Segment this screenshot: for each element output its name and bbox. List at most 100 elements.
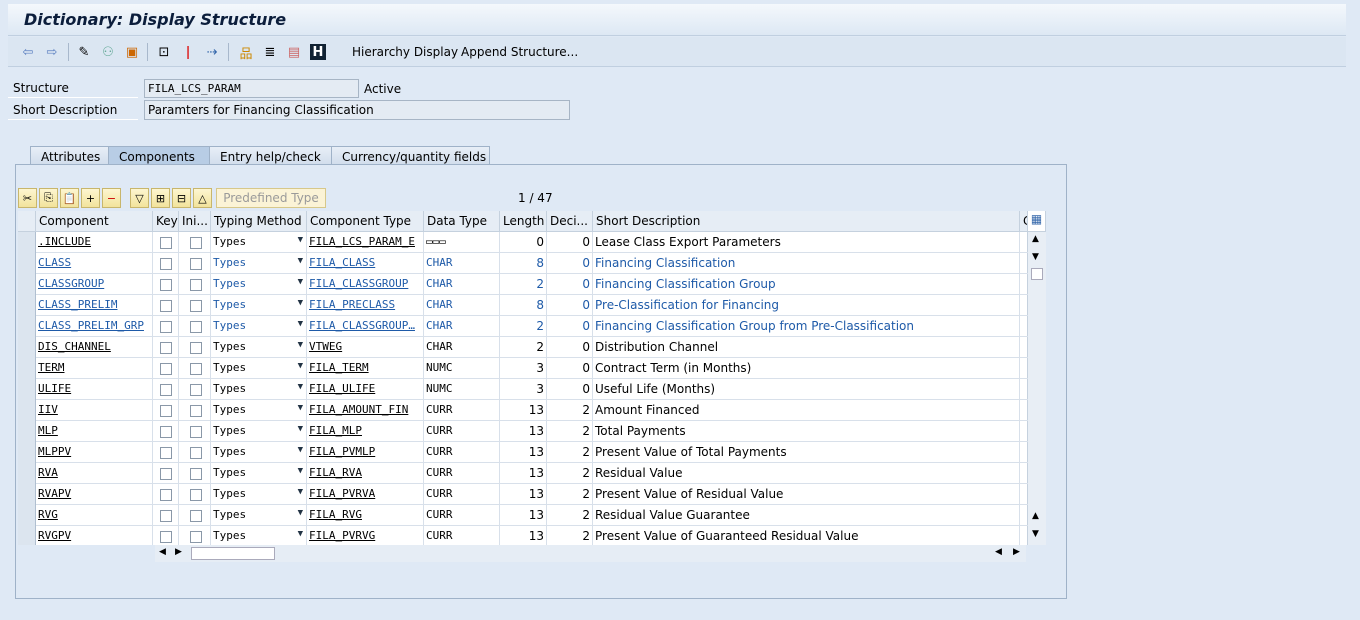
- column-header-typing-method[interactable]: Typing Method: [211, 211, 307, 232]
- forward-arrow-icon[interactable]: ⇨: [44, 44, 60, 60]
- initial-values-checkbox[interactable]: [190, 405, 202, 417]
- component-cell[interactable]: CLASS_PRELIM: [36, 295, 153, 316]
- table-row[interactable]: MLP Types ▼ FILA_MLP CURR 13 2 Total Paym…: [18, 421, 1028, 442]
- key-checkbox[interactable]: [160, 237, 172, 249]
- hierarchy-display-button[interactable]: Hierarchy Display: [352, 45, 458, 59]
- component-cell[interactable]: CLASS_PRELIM_GRP: [36, 316, 153, 337]
- dropdown-arrow-icon[interactable]: ▼: [298, 340, 303, 350]
- component-cell[interactable]: ULIFE: [36, 379, 153, 400]
- dropdown-arrow-icon[interactable]: ▼: [298, 382, 303, 392]
- table-row[interactable]: ULIFE Types ▼ FILA_ULIFE NUMC 3 0 Useful …: [18, 379, 1028, 400]
- typing-method-cell[interactable]: Types ▼: [211, 505, 307, 526]
- column-header-data-type[interactable]: Data Type: [424, 211, 500, 232]
- typing-method-cell[interactable]: Types ▼: [211, 316, 307, 337]
- component-type-cell[interactable]: FILA_PRECLASS: [307, 295, 424, 316]
- dropdown-arrow-icon[interactable]: ▼: [298, 508, 303, 518]
- initial-values-checkbox[interactable]: [190, 489, 202, 501]
- dropdown-arrow-icon[interactable]: ▼: [298, 487, 303, 497]
- table-row[interactable]: RVAPV Types ▼ FILA_PVRVA CURR 13 2 Presen…: [18, 484, 1028, 505]
- table-row[interactable]: RVGPV Types ▼ FILA_PVRVG CURR 13 2 Presen…: [18, 526, 1028, 545]
- scroll-left-icon[interactable]: ◀: [995, 547, 1002, 557]
- short-description-field[interactable]: Paramters for Financing Classification: [144, 100, 570, 120]
- initial-values-checkbox[interactable]: [190, 321, 202, 333]
- component-type-cell[interactable]: VTWEG: [307, 337, 424, 358]
- component-type-cell[interactable]: FILA_PVRVA: [307, 484, 424, 505]
- initial-values-checkbox[interactable]: [190, 363, 202, 375]
- typing-method-cell[interactable]: Types ▼: [211, 379, 307, 400]
- component-cell[interactable]: RVAPV: [36, 484, 153, 505]
- typing-method-cell[interactable]: Types ▼: [211, 442, 307, 463]
- initial-values-checkbox[interactable]: [190, 342, 202, 354]
- typing-method-cell[interactable]: Types ▼: [211, 463, 307, 484]
- column-header-length[interactable]: Length: [500, 211, 547, 232]
- initial-values-checkbox[interactable]: [190, 510, 202, 522]
- typing-method-cell[interactable]: Types ▼: [211, 337, 307, 358]
- component-type-cell[interactable]: FILA_MLP: [307, 421, 424, 442]
- row-selector[interactable]: [18, 379, 36, 400]
- component-cell[interactable]: RVG: [36, 505, 153, 526]
- tab-attributes[interactable]: Attributes: [30, 146, 110, 166]
- typing-method-cell[interactable]: Types ▼: [211, 400, 307, 421]
- table-row[interactable]: TERM Types ▼ FILA_TERM NUMC 3 0 Contract …: [18, 358, 1028, 379]
- activate-icon[interactable]: ▣: [124, 44, 140, 60]
- row-selector[interactable]: [18, 505, 36, 526]
- key-checkbox[interactable]: [160, 489, 172, 501]
- row-selector[interactable]: [18, 232, 36, 253]
- row-selector[interactable]: [18, 463, 36, 484]
- key-checkbox[interactable]: [160, 300, 172, 312]
- initial-values-checkbox[interactable]: [190, 300, 202, 312]
- tab-currency-quantity-fields[interactable]: Currency/quantity fields: [331, 146, 490, 166]
- component-cell[interactable]: .INCLUDE: [36, 232, 153, 253]
- key-checkbox[interactable]: [160, 405, 172, 417]
- scroll-right-icon[interactable]: ▶: [175, 547, 182, 557]
- component-type-cell[interactable]: FILA_PVRVG: [307, 526, 424, 545]
- check-icon[interactable]: ⚇: [100, 44, 116, 60]
- back-arrow-icon[interactable]: ⇦: [20, 44, 36, 60]
- row-selector[interactable]: [18, 484, 36, 505]
- column-header-key[interactable]: Key: [153, 211, 179, 232]
- predefined-type-button[interactable]: Predefined Type: [216, 188, 326, 208]
- table-row[interactable]: CLASS Types ▼ FILA_CLASS CHAR 8 0 Financi…: [18, 253, 1028, 274]
- scroll-down-icon[interactable]: ▼: [1032, 252, 1039, 262]
- column-header-initial[interactable]: Ini...: [179, 211, 211, 232]
- key-checkbox[interactable]: [160, 342, 172, 354]
- table-row[interactable]: CLASSGROUP Types ▼ FILA_CLASSGROUP CHAR 2…: [18, 274, 1028, 295]
- scroll-right-icon[interactable]: ▶: [1013, 547, 1020, 557]
- row-selector[interactable]: [18, 526, 36, 545]
- dropdown-arrow-icon[interactable]: ▼: [298, 256, 303, 266]
- typing-method-cell[interactable]: Types ▼: [211, 274, 307, 295]
- table-row[interactable]: .INCLUDE Types ▼ FILA_LCS_PARAM_E ▭▭▭ 0 0…: [18, 232, 1028, 253]
- where-used-icon[interactable]: ⊡: [156, 44, 172, 60]
- select-all-header[interactable]: [18, 211, 36, 232]
- append-structure-button[interactable]: Append Structure...: [461, 45, 578, 59]
- scroll-down-icon[interactable]: ▼: [1032, 529, 1039, 539]
- key-checkbox[interactable]: [160, 279, 172, 291]
- component-cell[interactable]: CLASSGROUP: [36, 274, 153, 295]
- scroll-up-icon[interactable]: ▲: [1032, 234, 1039, 244]
- component-type-cell[interactable]: FILA_CLASSGROUP…: [307, 316, 424, 337]
- display-icon[interactable]: ▤: [286, 44, 302, 60]
- table-row[interactable]: RVA Types ▼ FILA_RVA CURR 13 2 Residual V…: [18, 463, 1028, 484]
- dropdown-arrow-icon[interactable]: ▼: [298, 424, 303, 434]
- table-row[interactable]: MLPPV Types ▼ FILA_PVMLP CURR 13 2 Presen…: [18, 442, 1028, 463]
- row-selector[interactable]: [18, 421, 36, 442]
- edit-pencil-icon[interactable]: ✎: [76, 44, 92, 60]
- typing-method-cell[interactable]: Types ▼: [211, 421, 307, 442]
- delete-row-icon[interactable]: −: [102, 188, 121, 208]
- component-cell[interactable]: RVGPV: [36, 526, 153, 545]
- row-selector[interactable]: [18, 295, 36, 316]
- component-cell[interactable]: TERM: [36, 358, 153, 379]
- table-row[interactable]: RVG Types ▼ FILA_RVG CURR 13 2 Residual V…: [18, 505, 1028, 526]
- component-type-cell[interactable]: FILA_TERM: [307, 358, 424, 379]
- scroll-up-icon[interactable]: ▲: [1032, 511, 1039, 521]
- component-type-cell[interactable]: FILA_RVA: [307, 463, 424, 484]
- key-checkbox[interactable]: [160, 258, 172, 270]
- column-header-component[interactable]: Component: [36, 211, 153, 232]
- column-header-c[interactable]: C: [1020, 211, 1028, 232]
- key-checkbox[interactable]: [160, 468, 172, 480]
- component-type-cell[interactable]: FILA_PVMLP: [307, 442, 424, 463]
- component-type-cell[interactable]: FILA_AMOUNT_FIN: [307, 400, 424, 421]
- row-selector[interactable]: [18, 400, 36, 421]
- key-checkbox[interactable]: [160, 426, 172, 438]
- component-cell[interactable]: RVA: [36, 463, 153, 484]
